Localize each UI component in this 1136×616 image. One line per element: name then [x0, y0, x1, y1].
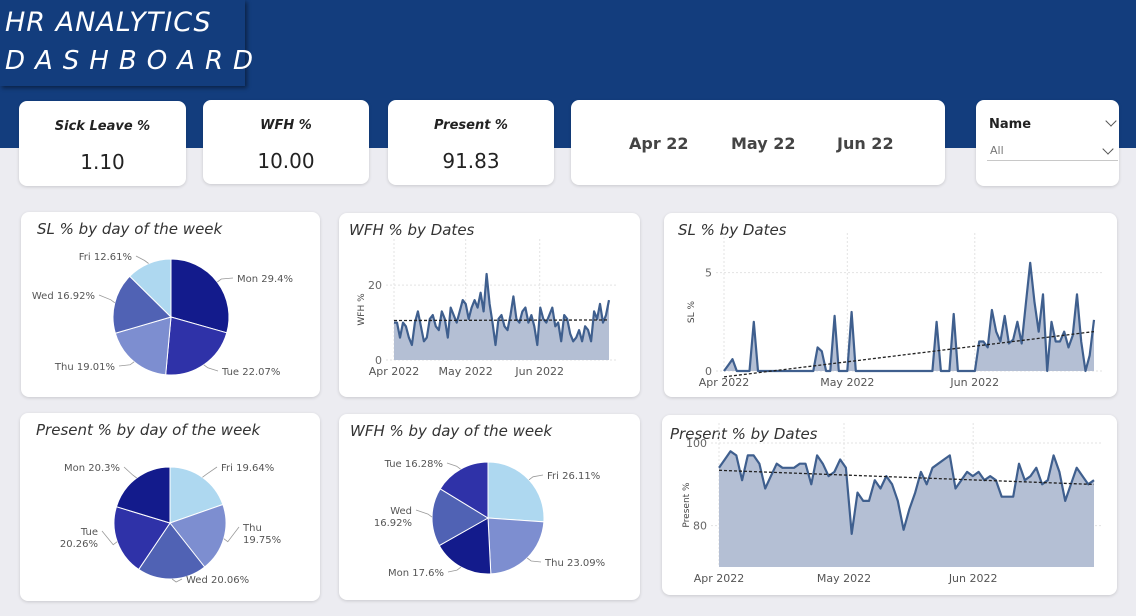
leader-line [171, 578, 183, 583]
chart-card-wfh-by-day: WFH % by day of the week Fri 26.11% Thu 2… [339, 414, 640, 600]
dashboard-title: HR ANALYTICS DASHBOARD [0, 0, 253, 86]
x-tick-label: Apr 2022 [699, 376, 750, 389]
data-label: Thu 23.09% [544, 558, 605, 569]
name-dropdown[interactable]: All [987, 140, 1118, 161]
leader-line [135, 255, 149, 264]
y-tick-label: 80 [693, 520, 707, 533]
kpi-card-sick-leave: Sick Leave % 1.10 [19, 101, 186, 186]
y-axis-label: Present % [682, 482, 692, 528]
data-label: Wed [390, 506, 412, 517]
sl-by-day-pie-chart: Mon 29.4% Tue 22.07% Thu 19.01% Wed 16.92% F… [32, 252, 293, 378]
wfh-by-dates-area-chart: 020Apr 2022 May 2022 Jun 2022WFH % [357, 239, 617, 378]
leader-line [526, 557, 542, 563]
x-tick-label: May 2022 [439, 365, 493, 378]
data-label: 20.26% [60, 539, 98, 550]
dropdown-value: All [990, 144, 1004, 157]
month-button-may[interactable]: May 22 [731, 134, 796, 153]
data-label: Fri 19.64% [221, 463, 274, 474]
kpi-card-wfh: WFH % 10.00 [203, 100, 369, 184]
x-tick-label: Apr 2022 [694, 572, 745, 585]
chart-card-present-by-day: Present % by day of the week Fri 19.64% T… [20, 413, 320, 601]
present-by-dates-area-chart: 80 100 Apr 2022 May 2022 Jun 2022 Present % [682, 423, 1102, 585]
chart-card-present-by-dates: Present % by Dates 80 100 Apr 2022 May 2022… [662, 415, 1117, 595]
pie-slice-thu [487, 517, 545, 575]
data-label: Fri 26.11% [547, 471, 600, 482]
name-slicer: Name All [976, 100, 1119, 186]
data-label: Thu 19.01% [54, 362, 115, 373]
x-tick-label: May 2022 [820, 376, 874, 389]
data-label: Mon 29.4% [237, 274, 293, 285]
x-tick-label: Jun 2022 [514, 365, 564, 378]
data-label: Tue [80, 527, 98, 538]
x-tick-label: Apr 2022 [369, 365, 420, 378]
y-axis-label: WFH % [357, 293, 367, 326]
x-tick-label: May 2022 [817, 572, 871, 585]
leader-line [98, 294, 116, 304]
data-label: Fri 12.61% [79, 252, 132, 263]
month-slicer: Apr 22 May 22 Jun 22 [571, 100, 945, 185]
leader-line [202, 466, 218, 478]
x-tick-label: Jun 2022 [949, 376, 999, 389]
chart-card-wfh-by-dates: WFH % by Dates 0 20 Apr 2022 May 2022 Jun 20… [339, 213, 640, 397]
leader-line [415, 509, 433, 518]
leader-line [447, 566, 462, 573]
month-button-apr[interactable]: Apr 22 [629, 134, 689, 153]
data-label: Mon 20.3% [64, 463, 120, 474]
title-line-1: HR ANALYTICS [5, 7, 212, 38]
data-label: Mon 17.6% [388, 568, 444, 579]
title-line-2: DASHBOARD [5, 46, 264, 76]
y-tick-label: 20 [368, 279, 382, 292]
leader-line [118, 361, 135, 367]
kpi-label: Present % [434, 118, 508, 133]
chart-card-sl-by-day: SL % by day of the week Mon 29.4% Tue 22.… [21, 212, 320, 397]
kpi-card-present: Present % 91.83 [388, 100, 554, 185]
chart-card-sl-by-dates: SL % by Dates 0 5 Apr 2022 May 2022 Jun 2022… [664, 213, 1117, 397]
y-tick-label: 5 [705, 267, 712, 280]
leader-line [203, 364, 219, 372]
y-axis-label: SL % [687, 300, 697, 323]
chevron-down-icon[interactable] [1105, 115, 1117, 127]
leader-line [446, 462, 461, 470]
month-button-jun[interactable]: Jun 22 [837, 134, 894, 153]
data-label: Wed 16.92% [32, 291, 95, 302]
kpi-label: Sick Leave % [54, 119, 151, 134]
leader-line [123, 466, 137, 479]
leader-line [217, 277, 234, 283]
data-label: 16.92% [374, 518, 412, 529]
data-label: Wed 20.06% [186, 575, 249, 586]
pie-slice-fri [487, 461, 545, 523]
kpi-value: 91.83 [442, 149, 500, 173]
sl-by-dates-area-chart: 05Apr 2022 May 2022 Jun 2022SL % [687, 233, 1102, 389]
chevron-down-icon [1102, 143, 1114, 155]
data-label: Thu [242, 523, 262, 534]
present-by-day-pie-chart: Fri 19.64% Thu19.75% Wed 20.06% Tue20.26% Mo… [60, 463, 281, 586]
wfh-by-day-pie-chart: Fri 26.11% Thu 23.09% Mon 17.6% Wed16.92% Tu… [374, 459, 605, 579]
x-tick-label: Jun 2022 [948, 572, 998, 585]
data-label: Tue 16.28% [384, 459, 443, 470]
kpi-value: 10.00 [257, 149, 315, 173]
slicer-title: Name [989, 117, 1032, 132]
kpi-label: WFH % [260, 118, 312, 133]
trendline [393, 319, 610, 322]
y-tick-label: 100 [686, 437, 707, 450]
data-label: Tue 22.07% [221, 367, 280, 378]
kpi-value: 1.10 [80, 150, 125, 174]
leader-line [528, 474, 544, 481]
data-label: 19.75% [243, 535, 281, 546]
